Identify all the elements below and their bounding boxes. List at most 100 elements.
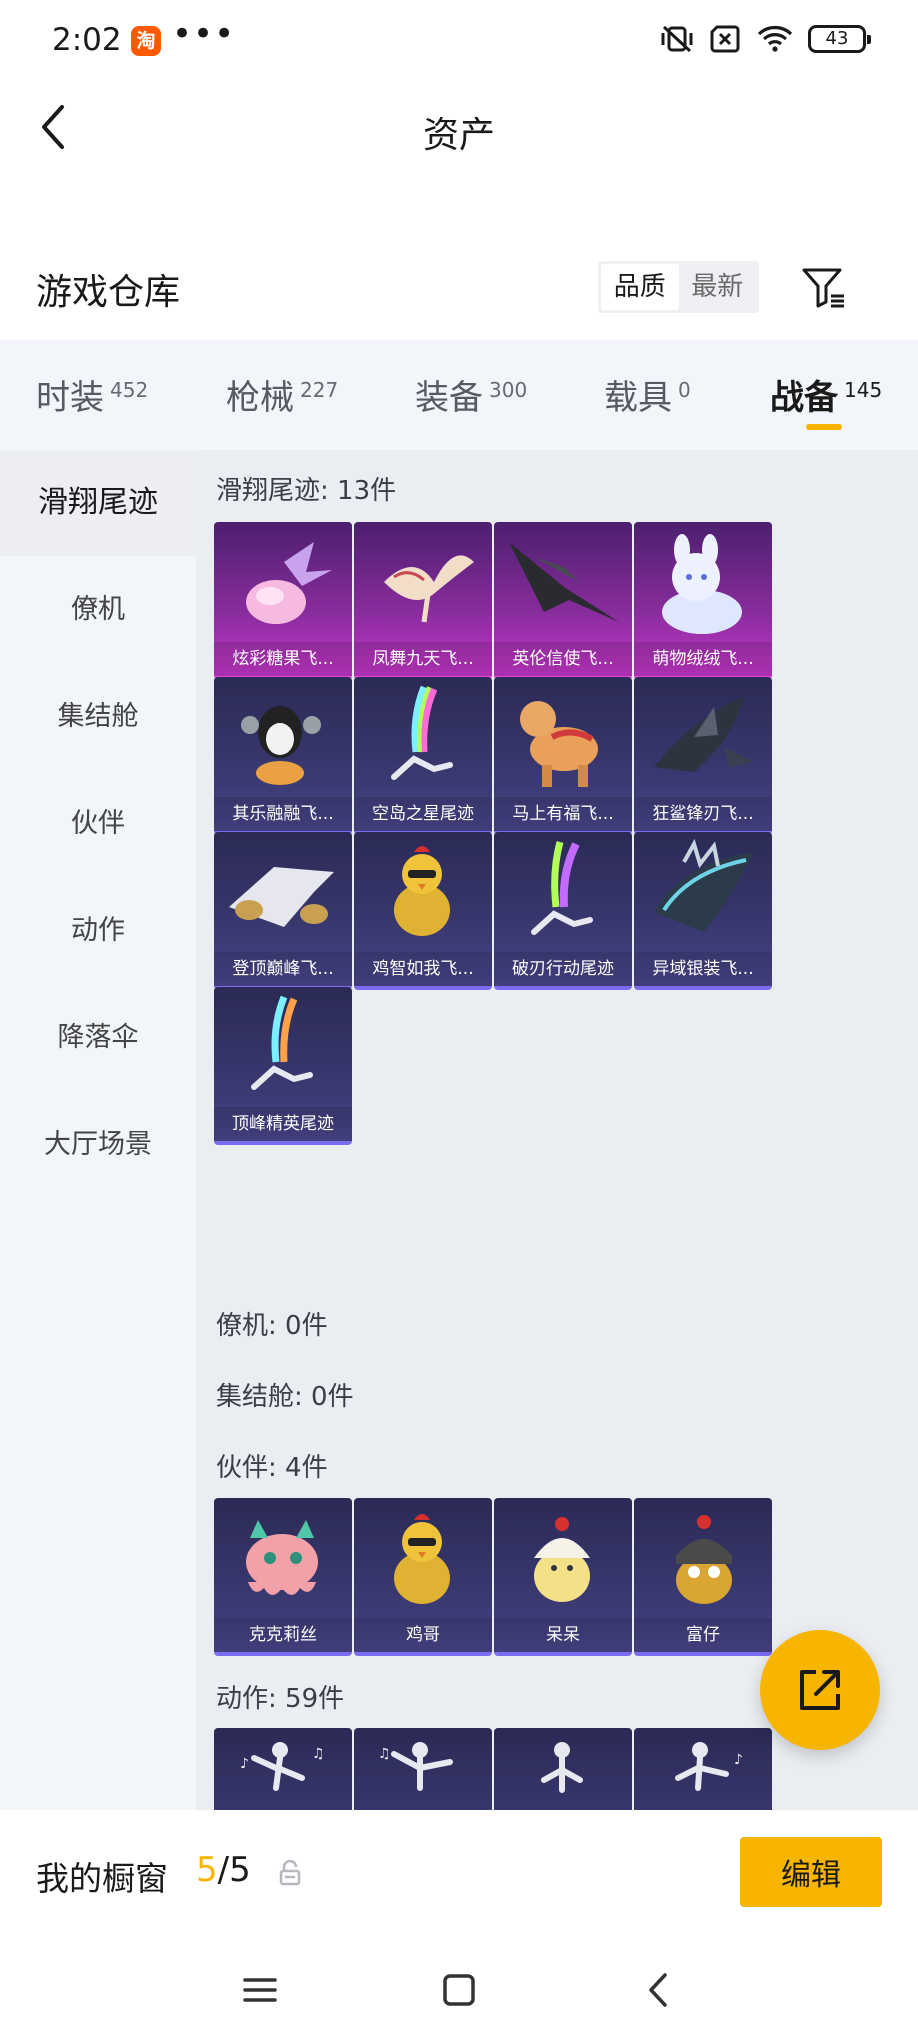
item-card[interactable]: 空岛之星尾迹 <box>354 677 492 835</box>
battery-indicator: 43 <box>808 25 871 53</box>
system-back-button[interactable] <box>630 1962 686 2018</box>
item-name: 凤舞九天飞... <box>354 642 492 676</box>
chick-icon <box>534 1517 590 1602</box>
tab-count: 452 <box>110 378 149 402</box>
sidebar-item-parachute[interactable]: 降落伞 <box>0 985 196 1091</box>
item-card[interactable]: 异域银装飞... <box>634 832 772 990</box>
showcase-label: 我的橱窗 <box>36 1859 168 1898</box>
item-name: 富仔 <box>634 1618 772 1652</box>
taobao-icon: 淘 <box>131 26 161 56</box>
sidebar-item-wingman[interactable]: 僚机 <box>0 557 196 663</box>
dance-icon <box>541 1742 583 1793</box>
dance-icon: ♪ ♫ <box>240 1742 325 1791</box>
item-name: 异域银装飞... <box>634 952 772 986</box>
status-time: 2:02 <box>52 22 122 58</box>
svg-text:♫: ♫ <box>312 1746 325 1762</box>
sidebar-item-lobby-scene[interactable]: 大厅场景 <box>0 1092 196 1198</box>
no-sim-icon <box>710 25 740 53</box>
jet-wing-icon <box>229 867 334 927</box>
item-card[interactable]: 凤舞九天飞... <box>354 522 492 680</box>
octopus-icon <box>246 1520 318 1595</box>
rainbow-trail-icon <box>251 995 313 1090</box>
tab-vehicles[interactable]: 载具 0 <box>604 370 691 419</box>
item-card[interactable]: 狂鲨锋刃飞... <box>634 677 772 835</box>
sidebar-item-emote[interactable]: 动作 <box>0 878 196 984</box>
tab-count: 145 <box>844 378 883 402</box>
home-button[interactable] <box>431 1962 487 2018</box>
tab-count: 0 <box>678 378 691 402</box>
home-square-icon <box>443 1974 475 2006</box>
tab-fashion[interactable]: 时装 452 <box>36 370 148 419</box>
warehouse-title: 游戏仓库 <box>36 272 181 313</box>
item-card[interactable]: 破刃行动尾迹 <box>494 832 632 990</box>
item-card[interactable]: ♪ <box>634 1728 772 1810</box>
tab-weapons[interactable]: 枪械 227 <box>226 370 338 419</box>
item-name: 英伦信使飞... <box>494 642 632 676</box>
item-card[interactable]: 呆呆 <box>494 1498 632 1656</box>
tab-equipment[interactable]: 装备 300 <box>415 370 527 419</box>
status-bar: 2:02 淘 ••• 43 <box>0 0 918 84</box>
chicken-icon <box>394 1514 450 1604</box>
tab-label: 战备 <box>770 378 838 418</box>
sidebar-item-glide-trail[interactable]: 滑翔尾迹 <box>0 450 196 556</box>
item-card[interactable] <box>494 1728 632 1810</box>
sidebar-item-partner[interactable]: 伙伴 <box>0 771 196 877</box>
item-card[interactable]: 富仔 <box>634 1498 772 1656</box>
share-external-icon <box>800 1670 840 1710</box>
item-name: 呆呆 <box>494 1618 632 1652</box>
section-title-wingman: 僚机: 0件 <box>216 1311 328 1341</box>
wifi-icon <box>757 26 793 52</box>
item-name: 克克莉丝 <box>214 1618 352 1652</box>
svg-text:♪: ♪ <box>240 1756 249 1772</box>
item-card[interactable]: ♫ <box>354 1728 492 1810</box>
item-name: 登顶巅峰飞... <box>214 952 352 986</box>
svg-text:♫: ♫ <box>378 1746 391 1762</box>
sort-by-quality[interactable]: 品质 <box>601 264 679 310</box>
item-grid: 滑翔尾迹: 13件 炫彩糖果飞... 凤舞九天飞... 英伦信使飞... 萌物绒… <box>196 450 918 1810</box>
item-name: 空岛之星尾迹 <box>354 797 492 831</box>
item-name: 狂鲨锋刃飞... <box>634 797 772 831</box>
item-card[interactable]: 克克莉丝 <box>214 1498 352 1656</box>
lock-icon <box>279 1860 301 1886</box>
section-title-emote: 动作: 59件 <box>216 1684 345 1714</box>
page-title: 资产 <box>422 115 495 156</box>
item-card[interactable]: 鸡哥 <box>354 1498 492 1656</box>
sidebar-item-capsule[interactable]: 集结舱 <box>0 664 196 770</box>
sort-toggle: 品质 最新 <box>598 261 759 313</box>
share-button[interactable] <box>760 1630 880 1750</box>
chicken-icon <box>394 846 450 936</box>
helmet-chick-icon <box>676 1515 732 1604</box>
edit-button[interactable]: 编辑 <box>740 1837 882 1907</box>
item-card[interactable]: 英伦信使飞... <box>494 522 632 680</box>
top-header: 资产 <box>0 84 918 174</box>
item-card[interactable]: 顶峰精英尾迹 <box>214 987 352 1145</box>
active-tab-indicator <box>806 424 842 430</box>
more-notifications-icon: ••• <box>172 14 236 54</box>
dance-icon: ♪ <box>675 1742 743 1791</box>
item-name: 鸡智如我飞... <box>354 952 492 986</box>
item-name: 炫彩糖果飞... <box>214 642 352 676</box>
menu-button[interactable] <box>232 1962 288 2018</box>
item-card[interactable]: 萌物绒绒飞... <box>634 522 772 680</box>
item-name: 破刃行动尾迹 <box>494 952 632 986</box>
item-card[interactable]: 鸡智如我飞... <box>354 832 492 990</box>
candy-wing-icon <box>246 542 332 624</box>
raven-icon <box>509 542 619 622</box>
item-card[interactable]: 登顶巅峰飞... <box>214 832 352 990</box>
tab-battle-gear[interactable]: 战备 145 <box>770 370 882 419</box>
rainbow-trail-icon <box>531 841 593 935</box>
section-title-partner: 伙伴: 4件 <box>216 1453 328 1483</box>
rainbow-trail-icon <box>391 685 453 780</box>
item-name: 马上有福飞... <box>494 797 632 831</box>
item-name: 其乐融融飞... <box>214 797 352 831</box>
mute-vibrate-icon <box>661 25 693 53</box>
filter-button[interactable] <box>800 264 848 312</box>
sort-by-newest[interactable]: 最新 <box>679 264 757 310</box>
item-card[interactable]: ♪ ♫ <box>214 1728 352 1810</box>
item-card[interactable]: 炫彩糖果飞... <box>214 522 352 680</box>
item-card[interactable]: 马上有福飞... <box>494 677 632 835</box>
section-title-glide-trail: 滑翔尾迹: 13件 <box>216 476 397 506</box>
svg-text:♪: ♪ <box>734 1752 743 1768</box>
phoenix-icon <box>384 555 474 623</box>
item-card[interactable]: 其乐融融飞... <box>214 677 352 835</box>
